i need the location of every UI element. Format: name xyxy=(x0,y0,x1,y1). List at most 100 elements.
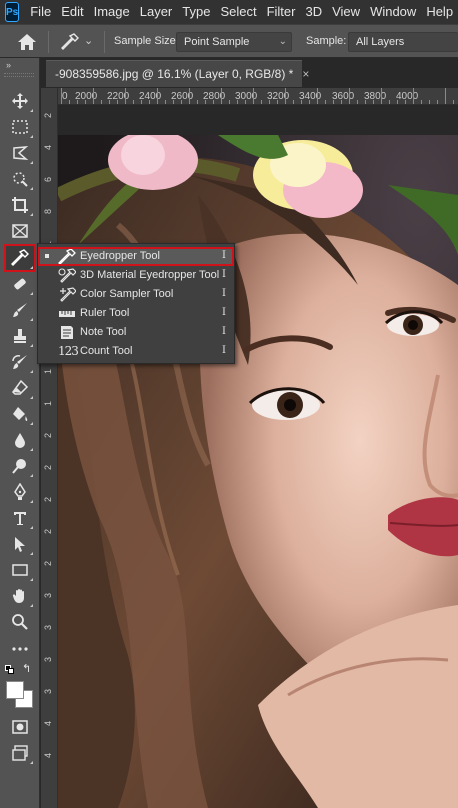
move-tool[interactable] xyxy=(5,88,35,114)
menu-image[interactable]: Image xyxy=(89,0,135,24)
ruler-tick xyxy=(213,100,214,104)
flyout-item-color-sampler-tool[interactable]: Color Sampler Tool I xyxy=(38,285,234,304)
flyout-shortcut: I xyxy=(222,345,226,356)
options-separator xyxy=(48,31,49,53)
canvas[interactable] xyxy=(58,135,458,808)
healing-brush-tool[interactable] xyxy=(5,271,35,297)
document-tab[interactable]: -908359586.jpg @ 16.1% (Layer 0, RGB/8) … xyxy=(46,60,309,87)
ruler-tick xyxy=(397,100,398,104)
history-brush-icon xyxy=(12,355,27,369)
crop-icon xyxy=(12,197,28,213)
ruler-tick xyxy=(109,100,110,104)
swap-colors-icon[interactable]: ↰ xyxy=(22,662,31,675)
rectangle-tool[interactable] xyxy=(5,557,35,583)
menu-window[interactable]: Window xyxy=(365,0,421,24)
menu-file[interactable]: File xyxy=(25,0,56,24)
ruler-tick xyxy=(101,100,102,104)
collapse-panel-icon[interactable]: » xyxy=(6,60,11,70)
screen-mode-button[interactable] xyxy=(5,740,35,766)
menu-view[interactable]: View xyxy=(327,0,365,24)
menu-filter[interactable]: Filter xyxy=(262,0,301,24)
ruler-label: 2 xyxy=(43,465,53,471)
brush-tool[interactable] xyxy=(5,297,35,323)
lasso-tool[interactable] xyxy=(5,140,35,166)
tool-preset-chevron-down-icon[interactable]: ⌄ xyxy=(84,34,96,48)
ruler-tick xyxy=(253,88,254,104)
clone-stamp-tool[interactable] xyxy=(5,323,35,349)
flyout-label: Ruler Tool xyxy=(80,307,130,319)
zoom-tool[interactable] xyxy=(5,609,35,635)
frame-icon xyxy=(12,224,28,238)
ruler-tick xyxy=(229,100,230,104)
quick-mask-button[interactable] xyxy=(5,714,35,740)
chevron-down-icon: ⌄ xyxy=(278,36,287,47)
ruler-tick xyxy=(189,88,190,104)
flyout-item-eyedropper-tool[interactable]: Eyedropper Tool I xyxy=(38,247,234,266)
ruler-tick xyxy=(141,100,142,104)
close-icon[interactable]: × xyxy=(302,67,309,81)
flyout-item-ruler-tool[interactable]: Ruler Tool I xyxy=(38,304,234,323)
menu-edit[interactable]: Edit xyxy=(56,0,88,24)
horizontal-ruler[interactable]: 0 2000 2200 2400 2600 2800 3000 3200 340… xyxy=(41,88,458,105)
ruler-tick xyxy=(197,100,198,104)
ruler-label: 1 xyxy=(43,369,53,375)
pen-tool[interactable] xyxy=(5,479,35,505)
ruler-tick xyxy=(245,100,246,104)
rectangle-icon xyxy=(12,564,28,576)
menu-type[interactable]: Type xyxy=(177,0,215,24)
history-brush-tool[interactable] xyxy=(5,349,35,375)
3d-material-eyedropper-icon xyxy=(58,268,76,283)
lasso-icon xyxy=(13,146,29,160)
sample-size-select[interactable]: Point Sample ⌄ xyxy=(176,32,292,52)
flyout-item-3d-material-eyedropper-tool[interactable]: 3D Material Eyedropper Tool I xyxy=(38,266,234,285)
flyout-item-note-tool[interactable]: Note Tool I xyxy=(38,323,234,342)
selected-bullet-icon xyxy=(45,254,49,258)
move-icon xyxy=(12,93,28,109)
ruler-origin[interactable] xyxy=(41,88,58,105)
flyout-item-count-tool[interactable]: 123 Count Tool I xyxy=(38,342,234,361)
foreground-color-swatch[interactable] xyxy=(6,681,24,699)
menu-select[interactable]: Select xyxy=(215,0,261,24)
ruler-tick xyxy=(157,88,158,104)
menu-help[interactable]: Help xyxy=(421,0,458,24)
dodge-icon xyxy=(12,459,26,474)
marquee-tool[interactable] xyxy=(5,114,35,140)
eyedropper-tool-flyout: Eyedropper Tool I 3D Material Eyedropper… xyxy=(37,243,235,364)
crop-tool[interactable] xyxy=(5,192,35,218)
photoshop-logo[interactable]: Ps xyxy=(5,2,20,22)
type-tool[interactable] xyxy=(5,505,35,531)
flyout-label: Note Tool xyxy=(80,326,127,338)
ruler-tick xyxy=(349,88,350,104)
ruler-tick xyxy=(165,100,166,104)
frame-tool[interactable] xyxy=(5,218,35,244)
tool-preset-eyedropper-icon[interactable] xyxy=(60,32,80,52)
eraser-icon xyxy=(12,379,29,395)
brush-icon xyxy=(13,303,27,317)
menu-layer[interactable]: Layer xyxy=(135,0,178,24)
default-colors-icon[interactable] xyxy=(5,665,15,675)
menu-3d[interactable]: 3D xyxy=(300,0,327,24)
options-bar: ⌄ Sample Size: Point Sample ⌄ Sample: Al… xyxy=(0,24,458,58)
ruler-label: 3600 xyxy=(332,91,355,102)
dodge-tool[interactable] xyxy=(5,453,35,479)
ruler-tick xyxy=(421,100,422,104)
eraser-tool[interactable] xyxy=(5,375,35,401)
path-selection-tool[interactable] xyxy=(5,531,35,557)
ruler-tick xyxy=(285,88,286,104)
ruler-tick xyxy=(317,88,318,104)
ruler-tick xyxy=(437,100,438,104)
paint-bucket-tool[interactable] xyxy=(5,401,35,427)
hand-tool[interactable] xyxy=(5,583,35,609)
blur-tool[interactable] xyxy=(5,427,35,453)
more-tools-button[interactable] xyxy=(5,636,35,662)
panel-grip[interactable] xyxy=(4,73,34,77)
vertical-ruler[interactable]: 246811111122222333344 xyxy=(41,105,58,808)
zoom-icon xyxy=(12,614,28,630)
eyedropper-tool[interactable] xyxy=(4,244,36,272)
eyedropper-icon xyxy=(58,249,76,264)
ruler-tick xyxy=(445,88,446,104)
quick-selection-tool[interactable] xyxy=(5,166,35,192)
sample-select[interactable]: All Layers xyxy=(348,32,458,52)
home-icon[interactable] xyxy=(16,32,38,52)
ruler-tick xyxy=(181,100,182,104)
